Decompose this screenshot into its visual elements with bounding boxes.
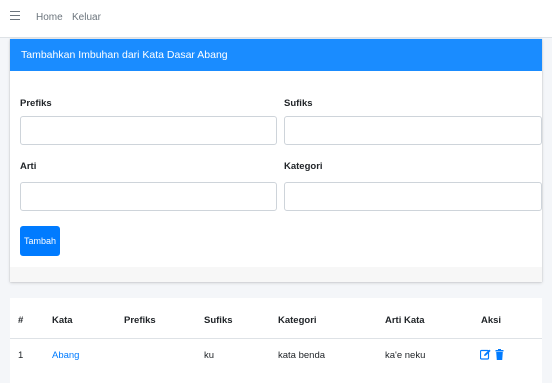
sufiks-input[interactable] xyxy=(284,116,542,145)
col-header-kategori: Kategori xyxy=(278,315,317,326)
row-sufiks: ku xyxy=(204,350,215,361)
prefiks-label: Prefiks xyxy=(20,98,52,109)
col-header-kata: Kata xyxy=(52,315,73,326)
affix-table: # Kata Prefiks Sufiks Kategori Arti Kata… xyxy=(10,298,542,383)
hamburger-icon[interactable] xyxy=(10,11,20,21)
sufiks-label: Sufiks xyxy=(284,98,313,109)
kategori-label: Kategori xyxy=(284,161,323,172)
nav-logout-link[interactable]: Keluar xyxy=(72,12,101,23)
card-footer xyxy=(10,267,542,282)
row-arti: ka'e neku xyxy=(385,350,426,361)
col-header-no: # xyxy=(18,315,24,326)
add-affix-card: Tambahkan Imbuhan dari Kata Dasar Abang … xyxy=(10,39,542,282)
col-header-sufiks: Sufiks xyxy=(204,315,233,326)
row-kata-link[interactable]: Abang xyxy=(52,350,79,361)
header-divider xyxy=(10,338,542,339)
card-title: Tambahkan Imbuhan dari Kata Dasar Abang xyxy=(10,39,542,71)
prefiks-input[interactable] xyxy=(20,116,277,145)
col-header-aksi: Aksi xyxy=(481,315,502,326)
col-header-arti: Arti Kata xyxy=(385,315,425,326)
kategori-input[interactable] xyxy=(284,182,542,211)
col-header-prefiks: Prefiks xyxy=(124,315,156,326)
arti-input[interactable] xyxy=(20,182,277,211)
arti-label: Arti xyxy=(20,161,37,172)
tambah-button[interactable]: Tambah xyxy=(20,226,60,256)
trash-icon[interactable] xyxy=(495,349,504,360)
nav-home-link[interactable]: Home xyxy=(36,12,63,23)
row-kategori: kata benda xyxy=(278,350,326,361)
edit-icon[interactable] xyxy=(480,349,491,360)
row-number: 1 xyxy=(18,350,24,361)
top-navbar: Home Keluar xyxy=(0,0,552,38)
